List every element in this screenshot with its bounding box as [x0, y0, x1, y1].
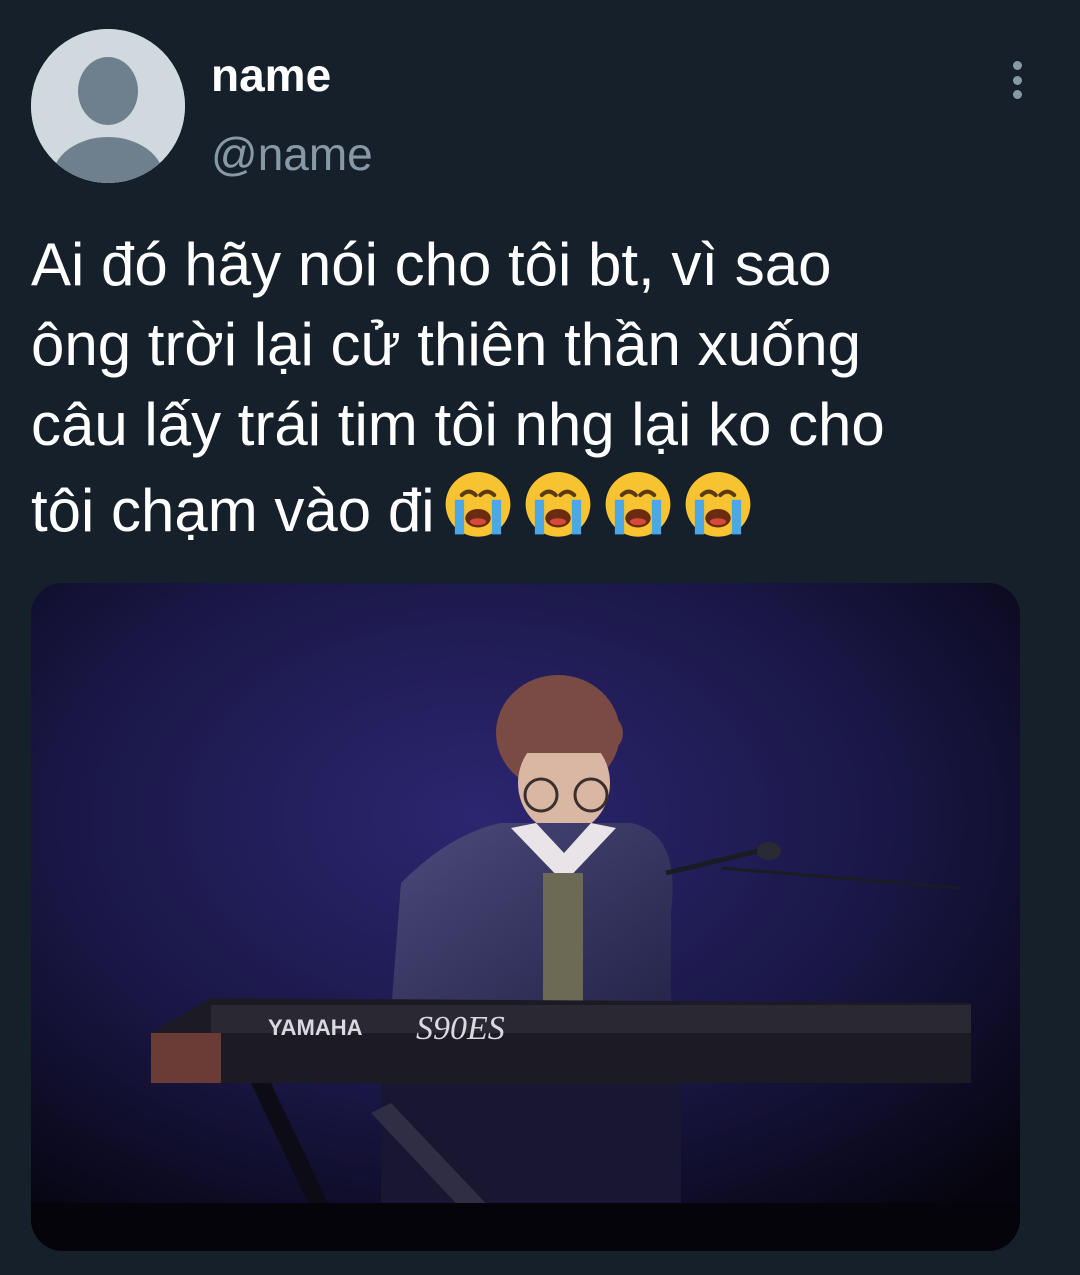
- photo-pianist-on-stage: YAMAHA S90ES: [31, 583, 1020, 1251]
- loudly-crying-face-icon: [521, 465, 595, 539]
- more-vertical-icon[interactable]: [1001, 56, 1033, 104]
- author-handle[interactable]: @name: [211, 127, 373, 181]
- loudly-crying-face-icon: [601, 465, 675, 539]
- author-display-name[interactable]: name: [211, 48, 331, 102]
- tweet-text: Ai đó hãy nói cho tôi bt, vì sao ông trờ…: [31, 225, 1061, 551]
- avatar[interactable]: [31, 29, 185, 183]
- tweet-photo[interactable]: YAMAHA S90ES: [31, 583, 1020, 1251]
- emoji-row: [441, 465, 755, 539]
- loudly-crying-face-icon: [441, 465, 515, 539]
- keyboard-model-text: S90ES: [416, 1010, 505, 1047]
- loudly-crying-face-icon: [681, 465, 755, 539]
- default-profile-icon: [31, 29, 185, 183]
- keyboard-brand-text: YAMAHA: [268, 1015, 363, 1040]
